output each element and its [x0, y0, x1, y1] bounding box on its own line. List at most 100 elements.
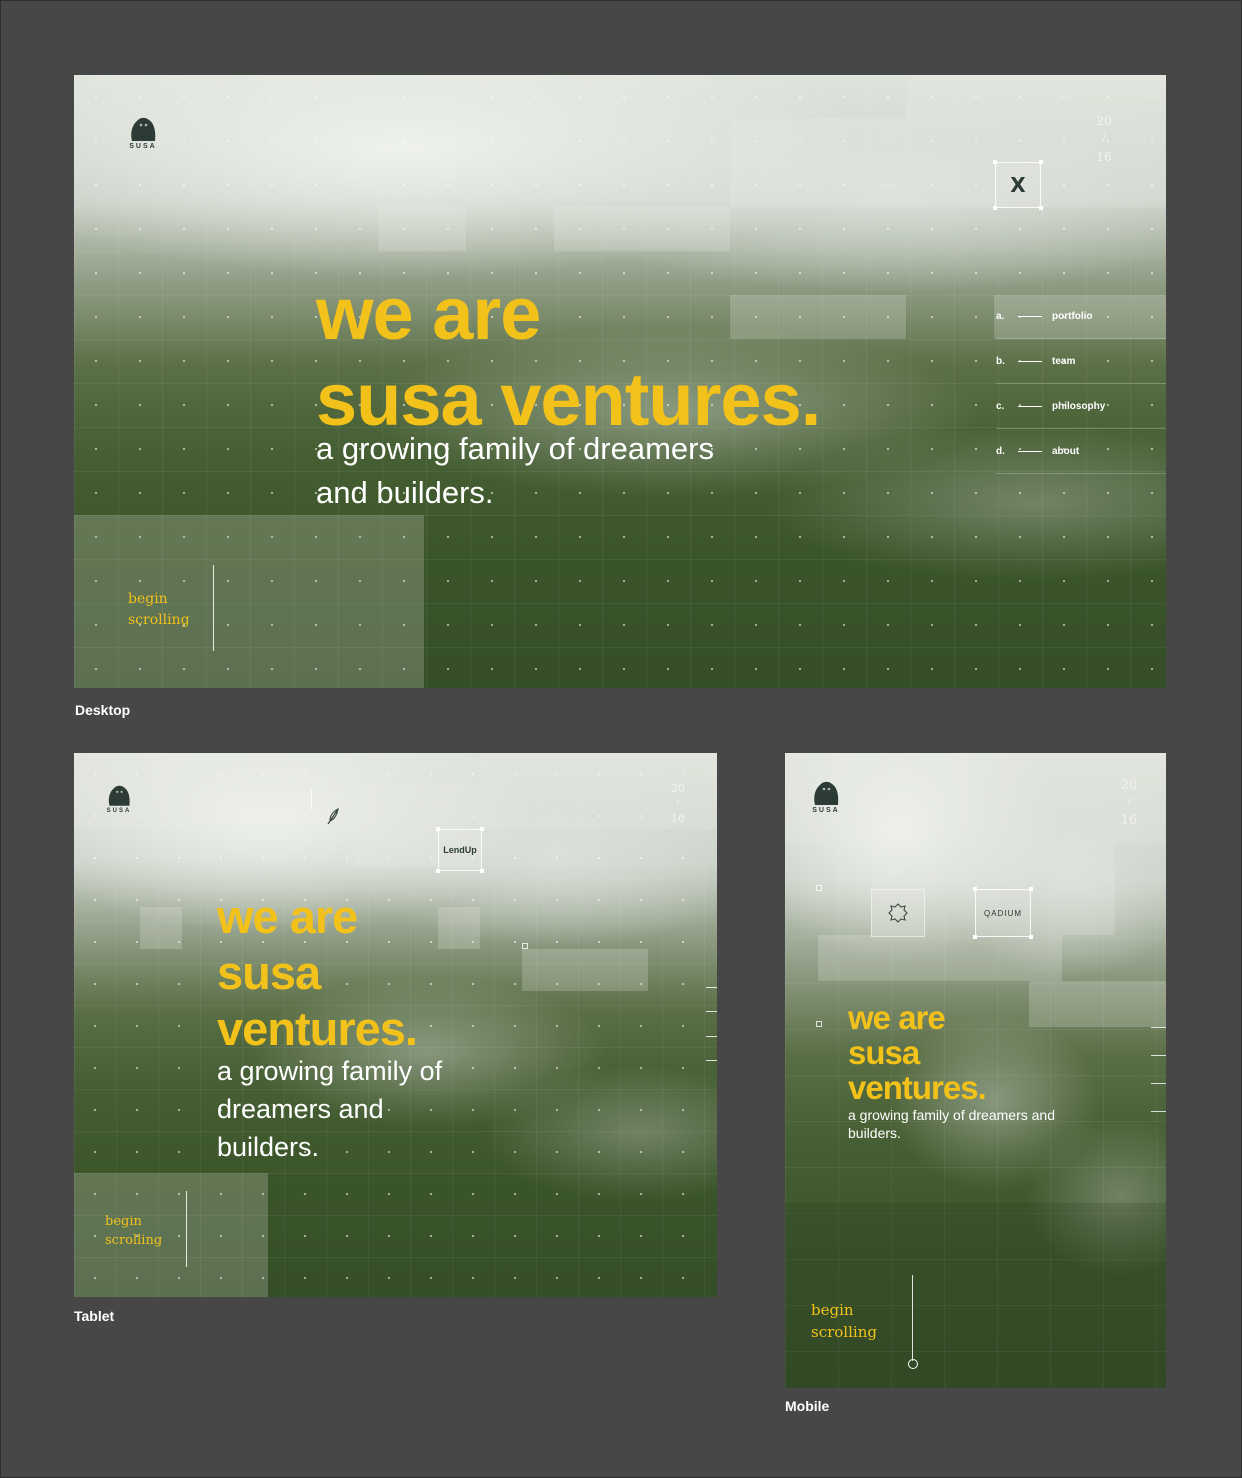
caption-mobile: Mobile — [785, 1398, 830, 1414]
x-company-logo: X — [1010, 173, 1026, 197]
tagline-line-2: builders. — [848, 1125, 901, 1141]
lendup-logo: LendUp — [443, 845, 477, 855]
susa-logo[interactable]: SUSA — [809, 779, 843, 814]
grid-marker — [816, 885, 822, 891]
headline-line-2: susa — [848, 1034, 920, 1071]
hero-tagline: a growing family of dreamers and builder… — [217, 1052, 442, 1166]
logo-wordmark: SUSA — [129, 143, 157, 150]
counter-current: 20 — [671, 782, 685, 795]
gorilla-icon — [108, 785, 130, 806]
glass-tile — [74, 1173, 268, 1297]
nav-dash — [1018, 450, 1042, 452]
scroll-indicator-line — [186, 1191, 187, 1267]
grid-marker — [816, 1021, 822, 1027]
gorilla-icon — [814, 781, 839, 805]
glass-tile — [378, 207, 466, 251]
tablet-artboard: SUSA 20 / 16 LendUp we are susa ventures… — [74, 753, 717, 1297]
gear-icon — [888, 903, 908, 923]
tagline-line-3: builders. — [217, 1132, 320, 1162]
susa-logo[interactable]: SUSA — [126, 115, 160, 150]
hero-headline: we are susa ventures. — [217, 889, 418, 1057]
glass-tile — [785, 1203, 1166, 1388]
headline-line-1: we are — [316, 272, 541, 355]
nav-dash — [1018, 360, 1042, 362]
glass-tile — [730, 119, 906, 207]
glass-tile — [522, 949, 648, 991]
hero-tagline: a growing family of dreamers and builder… — [316, 427, 714, 515]
mobile-artboard: SUSA 20 / 16 QADIUM we are susa ventures… — [785, 753, 1166, 1388]
nav-letter: b. — [996, 355, 1005, 367]
tagline-line-2: and builders. — [316, 475, 494, 510]
feather-icon[interactable] — [326, 807, 340, 830]
susa-logo[interactable]: SUSA — [104, 783, 134, 814]
scroll-line-1: begin — [105, 1214, 142, 1229]
portfolio-logo-tile[interactable]: LendUp — [436, 827, 484, 873]
glass-tile — [818, 935, 1062, 981]
hero-headline: we are susa ventures. — [316, 271, 821, 443]
nav-letter: c. — [996, 400, 1005, 412]
nav-tick[interactable] — [1151, 1111, 1166, 1112]
nav-dash — [1018, 405, 1042, 407]
counter-total: 16 — [1120, 813, 1138, 828]
nav-tick[interactable] — [706, 1036, 717, 1037]
counter-current: 20 — [1096, 114, 1112, 128]
grid-marker — [522, 943, 528, 949]
hero-headline: we are susa ventures. — [848, 999, 987, 1106]
tagline-line-1: a growing family of dreamers — [316, 431, 714, 466]
caption-tablet: Tablet — [74, 1308, 115, 1324]
main-nav: a. portfolio b. team c. philosophy d. ab… — [996, 294, 1166, 474]
nav-label: team — [1052, 355, 1076, 367]
glass-tile — [554, 207, 730, 251]
qadium-logo: QADIUM — [984, 908, 1022, 918]
begin-scrolling-link[interactable]: begin scrolling — [811, 1299, 877, 1343]
headline-line-1: we are — [848, 999, 946, 1036]
slide-counter: 20 / 16 — [668, 783, 688, 824]
begin-scrolling-link[interactable]: begin scrolling — [128, 589, 190, 631]
logo-wordmark: SUSA — [812, 807, 840, 814]
nav-item-about[interactable]: d. about — [996, 429, 1166, 474]
portfolio-logo-tile-secondary[interactable] — [871, 889, 925, 937]
nav-tick[interactable] — [706, 1060, 717, 1061]
nav-tick[interactable] — [1151, 1055, 1166, 1056]
nav-label: about — [1052, 445, 1080, 457]
counter-total: 16 — [1096, 150, 1112, 164]
tagline-line-2: dreamers and — [217, 1094, 384, 1124]
nav-label: philosophy — [1052, 400, 1106, 412]
logo-wordmark: SUSA — [106, 808, 132, 814]
nav-item-team[interactable]: b. team — [996, 339, 1166, 384]
tagline-line-1: a growing family of — [217, 1056, 443, 1086]
nav-label: portfolio — [1052, 310, 1093, 322]
scroll-line-2: scrolling — [128, 612, 190, 628]
glass-tile — [1029, 981, 1166, 1027]
portfolio-logo-tile[interactable]: QADIUM — [973, 887, 1033, 939]
glass-tile — [438, 907, 480, 949]
counter-separator: / — [676, 798, 680, 808]
gorilla-icon — [131, 117, 156, 141]
scroll-line-1: begin — [128, 591, 168, 607]
scroll-indicator-line — [213, 565, 214, 651]
desktop-artboard: SUSA 20 / 16 X we are susa ventures. a g… — [74, 75, 1166, 688]
caption-desktop: Desktop — [75, 702, 131, 718]
nav-tick[interactable] — [1151, 1083, 1166, 1084]
counter-total: 16 — [671, 812, 685, 825]
begin-scrolling-link[interactable]: begin scrolling — [105, 1212, 162, 1250]
counter-current: 20 — [1120, 778, 1138, 793]
nav-tick[interactable] — [1151, 1027, 1166, 1028]
divider-line — [311, 789, 312, 809]
nav-item-portfolio[interactable]: a. portfolio — [996, 294, 1166, 339]
scroll-line-2: scrolling — [105, 1233, 163, 1248]
headline-line-1: we are — [217, 890, 358, 943]
counter-separator: / — [1127, 797, 1131, 808]
nav-item-philosophy[interactable]: c. philosophy — [996, 384, 1166, 429]
glass-tile — [74, 515, 424, 688]
headline-line-3: ventures. — [217, 1002, 418, 1055]
nav-letter: d. — [996, 445, 1005, 457]
headline-line-2: susa — [217, 946, 321, 999]
scroll-handle-icon[interactable] — [908, 1359, 918, 1369]
headline-line-3: ventures. — [848, 1069, 987, 1106]
nav-tick[interactable] — [706, 1011, 717, 1012]
portfolio-logo-tile[interactable]: X — [993, 160, 1043, 210]
nav-tick[interactable] — [706, 987, 717, 988]
tagline-line-1: a growing family of dreamers and — [848, 1107, 1055, 1123]
slide-counter: 20 / 16 — [1117, 779, 1141, 827]
